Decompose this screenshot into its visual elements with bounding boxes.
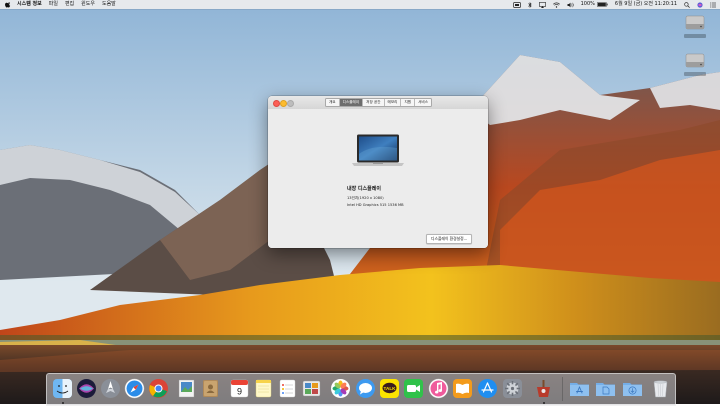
photos-icon: [331, 379, 350, 398]
display-preferences-button[interactable]: 디스플레이 환경설정...: [426, 234, 473, 244]
zoom-button[interactable]: [287, 100, 294, 107]
spotlight-search-icon[interactable]: [684, 1, 690, 8]
dock-documents-folder[interactable]: [595, 378, 616, 399]
facetime-icon: [404, 379, 423, 398]
dock-separator: [562, 377, 563, 401]
reminders-icon: [279, 379, 296, 398]
tab-service[interactable]: 서비스: [414, 99, 431, 106]
desktop-disk-1[interactable]: [684, 13, 706, 38]
wifi-icon[interactable]: [552, 2, 560, 8]
dock-itunes[interactable]: [428, 378, 449, 399]
dock-system-preferences[interactable]: [502, 378, 523, 399]
volume-icon[interactable]: [567, 2, 574, 8]
chrome-icon: [149, 379, 168, 398]
hard-disk-icon: [685, 53, 705, 68]
safari-icon: [124, 378, 145, 399]
status-extra-icon[interactable]: [512, 1, 521, 8]
apple-menu-icon[interactable]: [5, 1, 11, 8]
notification-center-icon[interactable]: [710, 2, 716, 8]
dock-siri[interactable]: [76, 378, 97, 399]
laptop-display-icon: [352, 134, 404, 166]
menu-clock[interactable]: 6월 9일 (금) 오전 11:20:11: [615, 0, 677, 9]
dock-finder[interactable]: [52, 378, 73, 399]
finder-icon: [53, 379, 72, 398]
disk-label: [684, 72, 706, 76]
dock-reminders[interactable]: [277, 378, 298, 399]
dock-launchpad[interactable]: [100, 378, 121, 399]
dock-chrome[interactable]: [148, 378, 169, 399]
menu-help[interactable]: 도움말: [102, 0, 116, 9]
dock-photos[interactable]: [330, 378, 351, 399]
dock-photo-booth[interactable]: [301, 378, 322, 399]
dock-applications-folder[interactable]: [569, 378, 590, 399]
airplay-icon[interactable]: [538, 1, 546, 8]
kakaotalk-label: TALK: [384, 386, 397, 391]
photo-gallery-icon: [302, 380, 321, 397]
display-resolution: 13인치(1920 x 1080): [347, 196, 384, 200]
dock-ibooks[interactable]: [452, 378, 473, 399]
window-titlebar[interactable]: 개요 디스플레이 저장 공간 메모리 지원 서비스: [268, 96, 488, 110]
dock-messages[interactable]: [355, 378, 376, 399]
messages-icon: [356, 379, 375, 398]
launchpad-icon: [101, 379, 120, 398]
dock: 9 TALK: [46, 373, 676, 406]
tab-displays[interactable]: 디스플레이: [338, 99, 363, 106]
dock-downloads-folder[interactable]: [622, 378, 643, 399]
downloads-folder-icon: [623, 383, 642, 396]
menu-app-name[interactable]: 시스템 정보: [17, 0, 42, 9]
dock-facetime[interactable]: [403, 378, 424, 399]
dock-preview[interactable]: [176, 378, 197, 399]
dock-app-store[interactable]: [477, 378, 498, 399]
photo-viewer-icon: [178, 379, 195, 398]
calendar-date: 9: [237, 387, 242, 397]
dock-notes[interactable]: [253, 378, 274, 399]
trash-icon: [653, 380, 668, 398]
tab-storage[interactable]: 저장 공간: [362, 99, 383, 106]
about-this-mac-window: 개요 디스플레이 저장 공간 메모리 지원 서비스 내장 디스플레이 13인치(…: [268, 96, 488, 248]
dock-contacts[interactable]: [200, 378, 221, 399]
desktop-disk-2[interactable]: [684, 51, 706, 76]
graphics-info: Intel HD Graphics 515 1536 MB: [347, 203, 404, 207]
minimize-button[interactable]: [280, 100, 287, 107]
bluetooth-icon[interactable]: [527, 1, 532, 8]
applications-folder-icon: [570, 383, 589, 396]
battery-percent[interactable]: 100%: [581, 0, 595, 9]
disk-label: [684, 34, 706, 38]
menu-bar: 시스템 정보 파일 편집 윈도우 도움말 100% 6월 9일 (금) 오전 1…: [0, 0, 720, 9]
tab-memory[interactable]: 메모리: [383, 99, 401, 106]
dock-calendar[interactable]: 9: [229, 378, 250, 399]
dock-system-information[interactable]: [533, 378, 554, 399]
documents-folder-icon: [596, 383, 615, 396]
notes-icon: [255, 379, 272, 398]
tab-bar: 개요 디스플레이 저장 공간 메모리 지원 서비스: [325, 98, 432, 107]
menu-window[interactable]: 윈도우: [81, 0, 95, 9]
calendar-icon: 9: [230, 379, 249, 398]
menu-bar-status-area: 100% 6월 9일 (금) 오전 11:20:11: [506, 0, 716, 9]
display-name: 내장 디스플레이: [347, 186, 381, 192]
music-icon: [428, 378, 449, 399]
menu-file[interactable]: 파일: [49, 0, 58, 9]
siri-menu-icon[interactable]: [697, 1, 703, 8]
system-information-icon: [537, 380, 550, 397]
dock-safari[interactable]: [124, 378, 145, 399]
siri-icon: [77, 379, 96, 398]
tab-overview[interactable]: 개요: [326, 99, 339, 106]
kakaotalk-icon: TALK: [380, 379, 399, 398]
hard-disk-icon: [685, 15, 705, 30]
app-store-icon: [478, 379, 497, 398]
dock-kakaotalk[interactable]: TALK: [379, 378, 400, 399]
battery-icon[interactable]: [596, 2, 608, 7]
menu-edit[interactable]: 편집: [65, 0, 74, 9]
close-button[interactable]: [273, 100, 280, 107]
dock-trash[interactable]: [650, 378, 671, 399]
contacts-icon: [203, 380, 218, 397]
tab-support[interactable]: 지원: [400, 99, 414, 106]
window-content: 내장 디스플레이 13인치(1920 x 1080) Intel HD Grap…: [268, 109, 488, 248]
books-icon: [453, 379, 472, 398]
gear-icon: [503, 379, 522, 398]
